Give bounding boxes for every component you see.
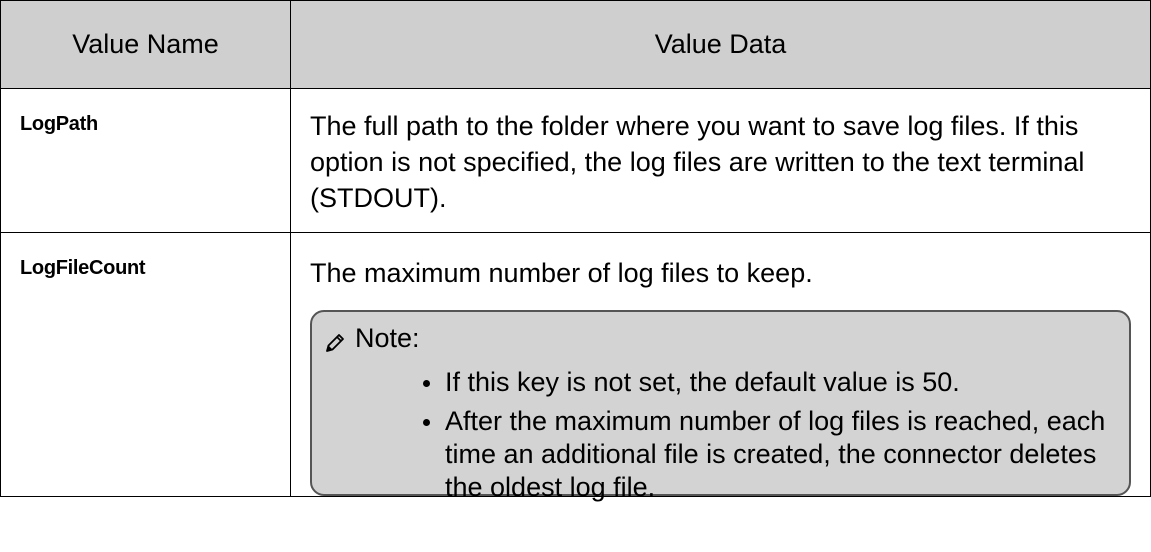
note-item-text: If this key is not set, the default valu… bbox=[445, 367, 960, 397]
header-value-data: Value Data bbox=[290, 0, 1151, 89]
table-row: LogFileCount The maximum number of log f… bbox=[0, 232, 1151, 502]
list-item: If this key is not set, the default valu… bbox=[420, 366, 1120, 399]
bullet-icon bbox=[423, 419, 430, 426]
pencil-icon bbox=[324, 327, 346, 352]
table-header-row: Value Name Value Data bbox=[0, 0, 1151, 89]
list-item: After the maximum number of log files is… bbox=[420, 405, 1120, 504]
value-name-cell: LogPath bbox=[0, 88, 291, 233]
bullet-icon bbox=[423, 380, 430, 387]
value-data-cell: The maximum number of log files to keep.… bbox=[290, 232, 1151, 502]
header-value-name: Value Name bbox=[0, 0, 291, 89]
note-list: If this key is not set, the default valu… bbox=[420, 366, 1120, 510]
note-header: Note: bbox=[324, 320, 420, 356]
value-name-cell: LogFileCount bbox=[0, 232, 291, 497]
table-row: LogPath The full path to the folder wher… bbox=[0, 88, 1151, 233]
value-data-cell: The full path to the folder where you wa… bbox=[290, 88, 1151, 233]
note-item-text: After the maximum number of log files is… bbox=[445, 406, 1106, 502]
note-box: Note: If this key is not set, the defaul… bbox=[310, 310, 1131, 502]
registry-values-table: Value Name Value Data LogPath The full p… bbox=[0, 0, 1151, 502]
value-data-text: The maximum number of log files to keep. bbox=[310, 258, 813, 288]
note-label: Note: bbox=[355, 323, 420, 353]
